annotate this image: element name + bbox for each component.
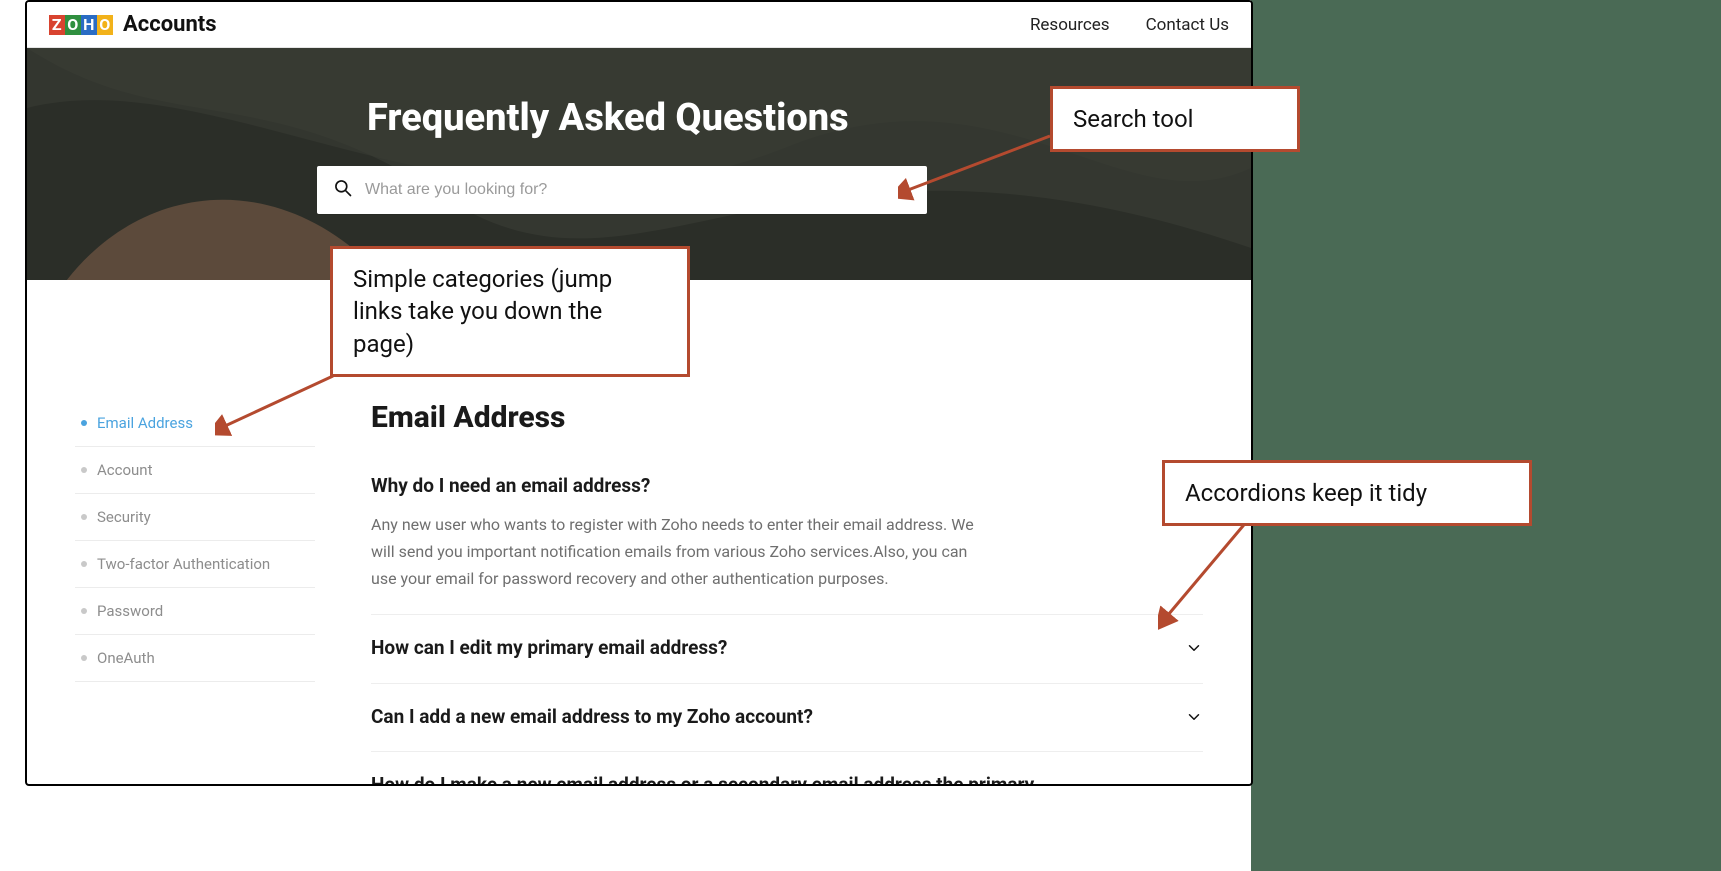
search-input[interactable]: [365, 181, 911, 199]
faq-toggle[interactable]: Can I add a new email address to my Zoho…: [371, 704, 1203, 730]
sidebar-item-label: Account: [97, 461, 153, 479]
sidebar-item-two-factor[interactable]: Two-factor Authentication: [75, 541, 315, 588]
annotation-text: Simple categories (jump links take you d…: [353, 265, 612, 358]
annotation-arrow-icon: [215, 368, 355, 438]
nav-contact[interactable]: Contact Us: [1146, 15, 1229, 35]
annotation-accordions: Accordions keep it tidy: [1162, 460, 1532, 526]
bullet-icon: [81, 514, 87, 520]
annotation-text: Search tool: [1073, 105, 1194, 133]
brand-name: Accounts: [123, 12, 217, 37]
brand-logo: Z O H O: [49, 15, 113, 35]
bullet-icon: [81, 561, 87, 567]
faq-answer: Any new user who wants to register with …: [371, 511, 991, 593]
sidebar: Email Address Account Security Two-facto…: [75, 400, 315, 786]
sidebar-list: Email Address Account Security Two-facto…: [75, 400, 315, 682]
bullet-icon: [81, 608, 87, 614]
faq-question: How can I edit my primary email address?: [371, 635, 727, 661]
faq-item: How can I edit my primary email address?: [371, 615, 1203, 684]
sidebar-item-account[interactable]: Account: [75, 447, 315, 494]
sidebar-item-label: Email Address: [97, 414, 193, 432]
faq-question: Why do I need an email address?: [371, 473, 650, 499]
sidebar-item-security[interactable]: Security: [75, 494, 315, 541]
search-icon: [333, 178, 353, 202]
bullet-icon: [81, 420, 87, 426]
annotation-categories: Simple categories (jump links take you d…: [330, 246, 690, 377]
search-bar[interactable]: [317, 166, 927, 214]
stage: Z O H O Accounts Resources Contact Us Fr…: [0, 0, 1721, 871]
sidebar-item-label: Security: [97, 508, 151, 526]
annotation-arrow-icon: [1158, 510, 1278, 630]
annotation-arrow-icon: [898, 128, 1058, 208]
faq-item: Why do I need an email address? Any new …: [371, 453, 1203, 615]
sidebar-item-label: Password: [97, 602, 163, 620]
faq-toggle[interactable]: How do I make a new email address or a s…: [371, 772, 1203, 786]
logo-letter-h: H: [81, 15, 97, 35]
faq-question: How do I make a new email address or a s…: [371, 772, 1034, 786]
sidebar-item-label: OneAuth: [97, 649, 155, 667]
annotation-text: Accordions keep it tidy: [1185, 479, 1427, 507]
main: Email Address Why do I need an email add…: [371, 400, 1203, 786]
brand: Z O H O Accounts: [49, 12, 217, 37]
logo-letter-z: Z: [49, 15, 65, 35]
top-nav: Resources Contact Us: [1030, 15, 1229, 35]
faq-toggle[interactable]: How can I edit my primary email address?: [371, 635, 1203, 661]
bullet-icon: [81, 655, 87, 661]
section-title: Email Address: [371, 400, 1203, 435]
sidebar-item-oneauth[interactable]: OneAuth: [75, 635, 315, 682]
bullet-icon: [81, 467, 87, 473]
annotation-search-tool: Search tool: [1050, 86, 1300, 152]
faq-item: How do I make a new email address or a s…: [371, 752, 1203, 786]
chevron-down-icon: [1185, 639, 1203, 657]
chevron-down-icon: [1185, 708, 1203, 726]
faq-question: Can I add a new email address to my Zoho…: [371, 704, 813, 730]
sidebar-item-label: Two-factor Authentication: [97, 555, 270, 573]
app-header: Z O H O Accounts Resources Contact Us: [27, 2, 1251, 48]
logo-letter-o1: O: [65, 15, 81, 35]
nav-resources[interactable]: Resources: [1030, 15, 1110, 35]
background-green-panel: [1251, 0, 1721, 871]
logo-letter-o2: O: [97, 15, 113, 35]
faq-item: Can I add a new email address to my Zoho…: [371, 684, 1203, 753]
faq-toggle[interactable]: Why do I need an email address?: [371, 473, 1203, 499]
sidebar-item-password[interactable]: Password: [75, 588, 315, 635]
